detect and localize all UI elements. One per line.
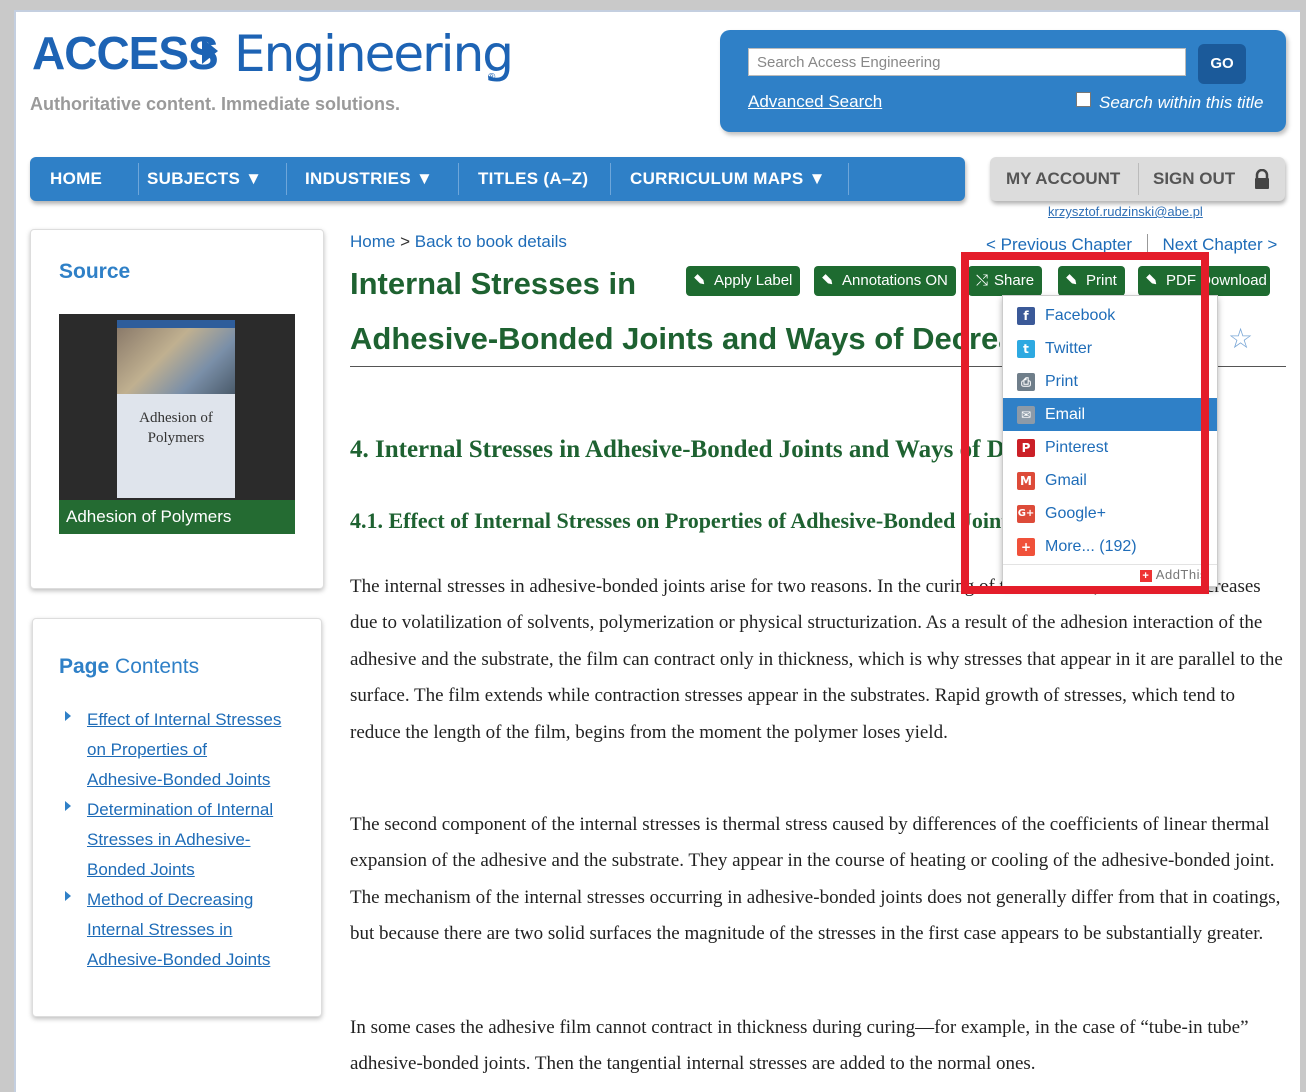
logo-engineering-text[interactable]: Engineering <box>234 25 514 83</box>
breadcrumb: Home > Back to book details <box>350 232 567 252</box>
tagline: Authoritative content. Immediate solutio… <box>30 94 401 114</box>
annotations-button[interactable]: Annotations ON <box>814 266 956 296</box>
breadcrumb-separator: > <box>395 232 415 251</box>
toc-link-line[interactable]: Adhesive-Bonded Joints <box>87 770 270 789</box>
bullet-triangle-icon <box>65 891 71 901</box>
favorite-star-icon[interactable]: ☆ <box>1228 322 1253 355</box>
toc-link-line[interactable]: Method of Decreasing <box>87 890 253 909</box>
toc-link-line[interactable]: Effect of Internal Stresses <box>87 710 281 729</box>
book-caption[interactable]: Adhesion of Polymers <box>59 500 295 534</box>
page-title-line1: Internal Stresses in <box>350 266 637 301</box>
nav-home[interactable]: HOME <box>50 157 102 201</box>
page-title-line2: Adhesive-Bonded Joints and Ways of Decre… <box>350 321 1000 356</box>
source-panel: Source Adhesion of Polymers Adhesion of … <box>30 229 324 589</box>
page-contents-heading: Page Contents <box>59 655 199 679</box>
paragraph-1: The internal stresses in adhesive-bonded… <box>350 576 1283 743</box>
pencil-icon <box>820 272 837 289</box>
toc-link-line[interactable]: Bonded Joints <box>87 860 195 879</box>
page-contents-heading-rest: Contents <box>109 655 200 678</box>
toc-link-line[interactable]: on Properties of <box>87 740 207 759</box>
page-frame: ACCESS Engineering ® Authoritative conte… <box>14 10 1300 1092</box>
page-contents-heading-bold: Page <box>59 655 110 678</box>
toc-link-line[interactable]: Stresses in Adhesive- <box>87 830 250 849</box>
page-contents-list: Effect of Internal Stresses on Propertie… <box>59 705 309 975</box>
source-heading: Source <box>59 260 131 283</box>
main-nav: HOME SUBJECTS ▼ INDUSTRIES ▼ TITLES (A–Z… <box>30 157 965 201</box>
page-contents-item[interactable]: Determination of Internal Stresses in Ad… <box>59 795 309 885</box>
nav-titles[interactable]: TITLES (A–Z) <box>478 157 588 201</box>
apply-label-button[interactable]: Apply Label <box>686 266 801 296</box>
account-divider <box>1138 163 1139 195</box>
registered-mark: ® <box>488 72 496 83</box>
sign-out-button[interactable]: SIGN OUT <box>1153 157 1235 201</box>
apply-label-text: Apply Label <box>714 272 793 289</box>
lock-icon <box>1255 169 1269 189</box>
search-panel: Search Access Engineering GO Advanced Se… <box>720 30 1286 132</box>
toc-link-line[interactable]: Internal Stresses in <box>87 920 233 939</box>
nav-curriculum-maps[interactable]: CURRICULUM MAPS ▼ <box>630 157 826 201</box>
cover-title: Adhesion of Polymers <box>139 410 213 446</box>
nav-divider <box>138 163 139 195</box>
user-email-link[interactable]: krzysztof.rudzinski@abe.pl <box>1048 204 1203 219</box>
nav-industries[interactable]: INDUSTRIES ▼ <box>305 157 433 201</box>
nav-divider <box>286 163 287 195</box>
page-contents-item[interactable]: Effect of Internal Stresses on Propertie… <box>59 705 309 795</box>
account-bar: MY ACCOUNT SIGN OUT <box>990 157 1285 201</box>
highlight-box <box>961 252 1209 594</box>
search-within-checkbox[interactable] <box>1076 92 1091 107</box>
paragraph-3: In some cases the adhesive film cannot c… <box>350 1017 1249 1075</box>
logo-access-text[interactable]: ACCESS <box>32 26 219 80</box>
cover-strip <box>117 320 235 328</box>
breadcrumb-home-link[interactable]: Home <box>350 232 395 251</box>
annotations-text: Annotations ON <box>842 272 948 289</box>
page-contents-item[interactable]: Method of Decreasing Internal Stresses i… <box>59 885 309 975</box>
pencil-icon <box>692 272 709 289</box>
toc-link-line[interactable]: Adhesive-Bonded Joints <box>87 950 270 969</box>
breadcrumb-back-link[interactable]: Back to book details <box>415 232 567 251</box>
my-account-button[interactable]: MY ACCOUNT <box>1006 157 1120 201</box>
nav-subjects[interactable]: SUBJECTS ▼ <box>147 157 262 201</box>
bullet-triangle-icon <box>65 711 71 721</box>
page-contents-panel: Page Contents Effect of Internal Stresse… <box>32 618 322 1017</box>
toc-link-line[interactable]: Determination of Internal <box>87 800 273 819</box>
book-cover[interactable]: Adhesion of Polymers Adhesion of Polymer… <box>59 314 295 534</box>
search-within-label: Search within this title <box>1099 93 1264 112</box>
cover-photo <box>117 328 235 394</box>
nav-divider <box>610 163 611 195</box>
search-go-button[interactable]: GO <box>1198 44 1246 84</box>
nav-divider <box>458 163 459 195</box>
logo-arrow-icon <box>202 38 218 64</box>
paragraph-2: The second component of the internal str… <box>350 814 1281 945</box>
advanced-search-link[interactable]: Advanced Search <box>748 92 882 112</box>
search-input[interactable]: Search Access Engineering <box>748 48 1186 76</box>
nav-divider <box>848 163 849 195</box>
bullet-triangle-icon <box>65 801 71 811</box>
book-cover-image: Adhesion of Polymers <box>117 320 235 498</box>
search-within-title-option[interactable]: Search within this title <box>1076 92 1263 113</box>
subsection-heading: 4.1. Effect of Internal Stresses on Prop… <box>350 508 1018 533</box>
chapter-nav-divider <box>1146 234 1148 254</box>
